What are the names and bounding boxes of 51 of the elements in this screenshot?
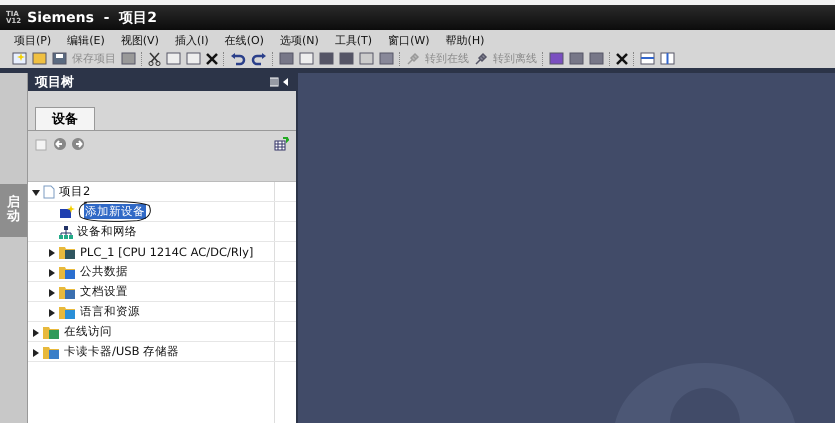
collapse-panel-icon[interactable] (270, 77, 290, 87)
tree-item-icon (59, 244, 76, 258)
forward-icon[interactable] (71, 137, 85, 151)
menu-item[interactable]: 窗口(W) (388, 33, 430, 48)
tree-item[interactable]: 在线访问 (63, 324, 113, 339)
menu-item[interactable]: 编辑(E) (67, 33, 105, 48)
tab[interactable]: 设备 (35, 107, 95, 130)
menu-item[interactable]: 帮助(H) (446, 33, 484, 48)
tree-item[interactable]: 设备和网络 (76, 224, 138, 239)
menu-item[interactable]: 工具(T) (334, 33, 372, 48)
tree-item[interactable]: 卡读卡器/USB 存储器 (63, 344, 180, 359)
collapsed-arrow-icon[interactable] (32, 329, 40, 337)
tree-item-icon (43, 324, 60, 338)
window-title: Siemens - 项目2 (27, 8, 157, 26)
tree-item-icon (59, 204, 75, 218)
tree-item[interactable]: 语言和资源 (79, 304, 141, 319)
tree-item-icon (59, 284, 76, 298)
tree-item[interactable]: 文档设置 (79, 284, 129, 299)
redo-icon[interactable] (251, 52, 267, 66)
tree-item[interactable]: PLC_1 [CPU 1214C AC/DC/Rly] (79, 244, 254, 258)
undo-icon[interactable] (230, 52, 246, 66)
tree-item[interactable]: 公共数据 (79, 264, 129, 279)
back-icon[interactable] (53, 137, 67, 151)
close-icon[interactable] (616, 52, 628, 64)
menu-item[interactable]: 选项(N) (280, 33, 319, 48)
plug-icon[interactable] (474, 52, 488, 66)
collapsed-arrow-icon[interactable] (32, 349, 40, 357)
tree-item-icon (59, 264, 76, 278)
split-vertical-icon[interactable] (660, 51, 675, 66)
collapsed-arrow-icon[interactable] (48, 309, 56, 317)
collapsed-arrow-icon[interactable] (48, 249, 56, 257)
menu-item[interactable]: 项目(P) (14, 33, 52, 48)
new-project-icon[interactable] (12, 51, 27, 66)
tree-item-icon (59, 224, 73, 238)
menu-item[interactable]: 在线(O) (224, 33, 264, 48)
tree-item-icon (59, 304, 76, 318)
split-horizontal-icon[interactable] (640, 51, 655, 66)
menu-item[interactable]: 视图(V) (120, 33, 159, 48)
tree-item[interactable]: 添加新设备 (84, 204, 146, 219)
save-icon[interactable] (52, 51, 67, 66)
tree-item-icon (43, 184, 55, 198)
scissors-icon[interactable] (148, 52, 161, 66)
tree-item[interactable]: 项目2 (58, 184, 92, 199)
menu-item[interactable]: 插入(I) (174, 33, 209, 48)
collapsed-arrow-icon[interactable] (48, 269, 56, 277)
collapsed-arrow-icon[interactable] (48, 289, 56, 297)
table-view-icon[interactable] (274, 137, 289, 151)
expanded-arrow-icon[interactable] (32, 189, 40, 197)
tree-item-icon (43, 344, 60, 358)
panel-title: 项目树 (35, 74, 74, 91)
delete-icon[interactable] (206, 52, 218, 64)
